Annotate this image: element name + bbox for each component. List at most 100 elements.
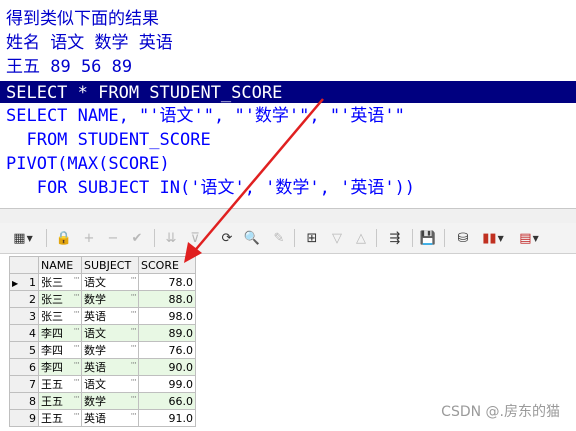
cell-subject[interactable]: 数学 ··· (81, 392, 139, 410)
cell-name[interactable]: 李四 ··· (38, 341, 82, 359)
query-by-example-icon[interactable]: ⊞ (302, 227, 322, 249)
cell-name[interactable]: 王五 ··· (38, 375, 82, 393)
table-row[interactable]: 8 王五 ··· 数学 ··· 66.0 (9, 392, 196, 410)
filter-down-icon[interactable]: ⇊ (162, 227, 180, 249)
delete-row-icon[interactable]: − (104, 227, 122, 249)
add-row-icon[interactable]: + (80, 227, 98, 249)
cell-editor-button[interactable]: ··· (130, 325, 137, 335)
export-icon[interactable]: ⛁ (452, 227, 474, 249)
cell-score[interactable]: 91.0 (138, 409, 196, 427)
lock-icon[interactable]: 🔒 (54, 227, 74, 249)
grid-corner[interactable] (9, 256, 39, 274)
cell-subject[interactable]: 语文 ··· (81, 324, 139, 342)
table-row[interactable]: 4 李四 ··· 语文 ··· 89.0 (9, 324, 196, 342)
clear-icon[interactable]: ✎ (270, 227, 288, 249)
sql-line-select-pivot: SELECT NAME, "'语文'", "'数学'", "'英语'" (6, 106, 405, 126)
cell-score[interactable]: 90.0 (138, 358, 196, 376)
refresh-icon[interactable]: ⟳ (218, 227, 236, 249)
cell-subject[interactable]: 语文 ··· (81, 375, 139, 393)
row-number[interactable]: 4 (9, 324, 39, 342)
table-row[interactable]: 3 张三 ··· 英语 ··· 98.0 (9, 307, 196, 325)
filter-icon[interactable]: ⊽ (186, 227, 204, 249)
cell-editor-button[interactable]: ··· (73, 410, 80, 420)
table-row[interactable]: 2 张三 ··· 数学 ··· 88.0 (9, 290, 196, 308)
table-row[interactable]: 5 李四 ··· 数学 ··· 76.0 (9, 341, 196, 359)
cell-editor-button[interactable]: ··· (73, 376, 80, 386)
row-number[interactable]: 2 (9, 290, 39, 308)
cell-editor-button[interactable]: ··· (130, 393, 137, 403)
row-number[interactable]: 5 (9, 341, 39, 359)
cell-name[interactable]: 李四 ··· (38, 324, 82, 342)
cell-score[interactable]: 99.0 (138, 375, 196, 393)
toolbar-separator (412, 229, 413, 247)
pane-splitter[interactable] (0, 208, 576, 224)
row-number-text: 6 (29, 360, 36, 374)
result-grid[interactable]: NAME SUBJECT SCORE 1 张三 ··· 语文 ··· 78.0 2 张三 ···… (9, 256, 196, 427)
row-number[interactable]: 8 (9, 392, 39, 410)
sort-down-icon[interactable]: ▽ (328, 227, 346, 249)
row-number[interactable]: 6 (9, 358, 39, 376)
cell-editor-button[interactable]: ··· (73, 308, 80, 318)
chart-icon[interactable]: ▮▮ ▼ (478, 227, 508, 249)
watermark: CSDN @.房东的猫 (441, 404, 560, 420)
cell-score[interactable]: 88.0 (138, 290, 196, 308)
cell-subject[interactable]: 数学 ··· (81, 341, 139, 359)
sort-up-icon[interactable]: △ (352, 227, 370, 249)
table-row[interactable]: 9 王五 ··· 英语 ··· 91.0 (9, 409, 196, 427)
cell-subject[interactable]: 数学 ··· (81, 290, 139, 308)
grid-body: 1 张三 ··· 语文 ··· 78.0 2 张三 ··· 数学 ··· 88.0 3 张三 ··· 英语 ··… (9, 273, 196, 427)
row-number-text: 2 (29, 292, 36, 306)
row-number[interactable]: 3 (9, 307, 39, 325)
cell-editor-button[interactable]: ··· (73, 325, 80, 335)
cell-editor-button[interactable]: ··· (130, 274, 137, 284)
cell-editor-button[interactable]: ··· (73, 393, 80, 403)
sql-line-from: FROM STUDENT_SCORE (6, 130, 211, 150)
cell-name-text: 张三 (41, 310, 63, 323)
cell-editor-button[interactable]: ··· (73, 274, 80, 284)
row-number[interactable]: 9 (9, 409, 39, 427)
column-header-name[interactable]: NAME (38, 256, 82, 274)
cell-subject[interactable]: 语文 ··· (81, 273, 139, 291)
cell-editor-button[interactable]: ··· (73, 359, 80, 369)
cell-editor-button[interactable]: ··· (130, 291, 137, 301)
cell-score[interactable]: 76.0 (138, 341, 196, 359)
cell-score[interactable]: 98.0 (138, 307, 196, 325)
cell-name[interactable]: 王五 ··· (38, 409, 82, 427)
grid-view-icon[interactable]: ▦ ▼ (8, 227, 38, 249)
cell-name[interactable]: 王五 ··· (38, 392, 82, 410)
cell-subject[interactable]: 英语 ··· (81, 307, 139, 325)
column-header-subject[interactable]: SUBJECT (81, 256, 139, 274)
cell-name[interactable]: 张三 ··· (38, 273, 82, 291)
cell-editor-button[interactable]: ··· (130, 359, 137, 369)
save-icon[interactable]: 💾 (418, 227, 438, 249)
table-row[interactable]: 6 李四 ··· 英语 ··· 90.0 (9, 358, 196, 376)
row-number-text: 1 (29, 275, 36, 289)
cell-score[interactable]: 89.0 (138, 324, 196, 342)
column-header-score[interactable]: SCORE (138, 256, 196, 274)
cell-subject-text: 语文 (84, 378, 106, 391)
cell-editor-button[interactable]: ··· (130, 342, 137, 352)
cell-name[interactable]: 李四 ··· (38, 358, 82, 376)
post-icon[interactable]: ✔ (128, 227, 146, 249)
find-icon[interactable]: 🔍 (242, 227, 262, 249)
table-icon[interactable]: ▤ ▼ (514, 227, 544, 249)
cell-editor-button[interactable]: ··· (130, 376, 137, 386)
table-row[interactable]: 1 张三 ··· 语文 ··· 78.0 (9, 273, 196, 291)
cell-name[interactable]: 张三 ··· (38, 307, 82, 325)
cell-score[interactable]: 78.0 (138, 273, 196, 291)
cell-name[interactable]: 张三 ··· (38, 290, 82, 308)
cell-score[interactable]: 66.0 (138, 392, 196, 410)
cell-editor-button[interactable]: ··· (73, 291, 80, 301)
row-number-text: 3 (29, 309, 36, 323)
cell-subject-text: 英语 (84, 361, 106, 374)
cell-editor-button[interactable]: ··· (130, 308, 137, 318)
sql-editor[interactable]: 得到类似下面的结果 姓名 语文 数学 英语 王五 89 56 89 SELECT… (0, 0, 576, 208)
cell-subject[interactable]: 英语 ··· (81, 358, 139, 376)
cell-subject[interactable]: 英语 ··· (81, 409, 139, 427)
cell-editor-button[interactable]: ··· (73, 342, 80, 352)
cell-editor-button[interactable]: ··· (130, 410, 137, 420)
connect-icon[interactable]: ⇶ (384, 227, 406, 249)
row-number[interactable]: 1 (9, 273, 39, 291)
row-number[interactable]: 7 (9, 375, 39, 393)
table-row[interactable]: 7 王五 ··· 语文 ··· 99.0 (9, 375, 196, 393)
